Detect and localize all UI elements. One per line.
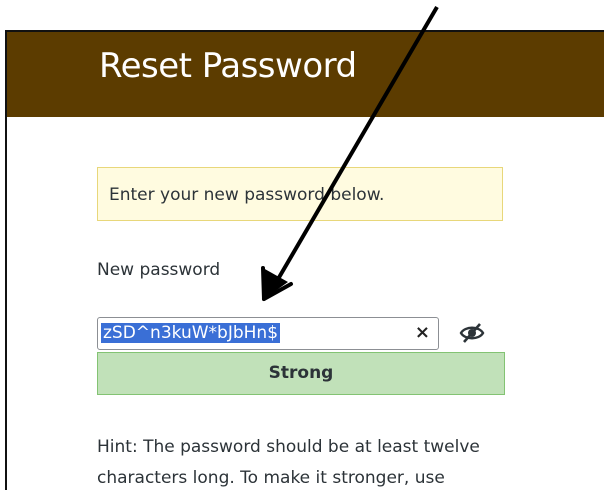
arrow-icon [261,5,439,301]
